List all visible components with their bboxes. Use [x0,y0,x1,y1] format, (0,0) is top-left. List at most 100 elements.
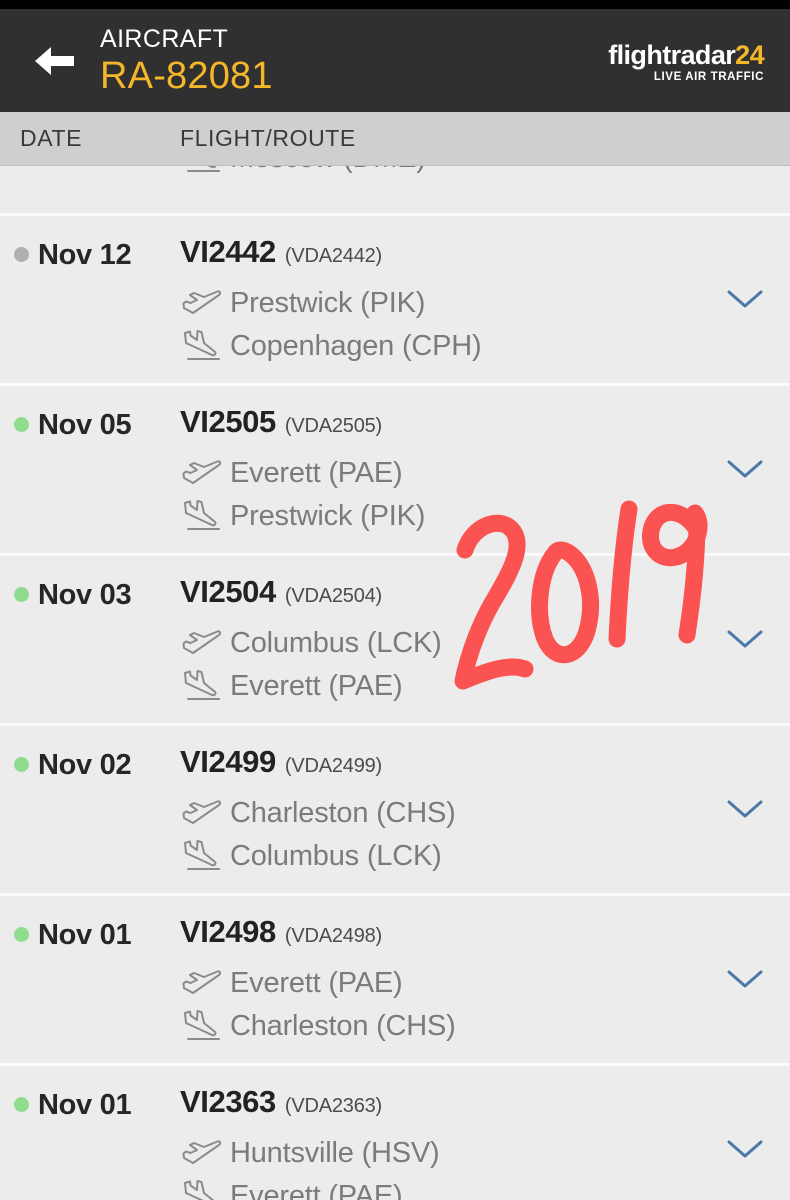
brand-wordmark: flightradar24 [608,41,764,69]
flight-info-cell: VI2499 (VDA2499) Charleston (CHS) Columbus … [180,740,700,877]
flight-date-cell [0,166,180,213]
chevron-down-icon [727,630,763,647]
flight-row[interactable]: Nov 01 VI2498 (VDA2498) Everett (PAE) Charle… [0,896,790,1066]
flight-date: Nov 03 [38,579,132,611]
flight-row[interactable]: Nov 02 VI2499 (VDA2499) Charleston (CHS) Col… [0,726,790,896]
flight-id-line: VI2363 (VDA2363) [180,1082,700,1126]
flight-info-cell: VI2505 (VDA2505) Everett (PAE) Prestwick (P… [180,400,700,537]
column-header: DATE FLIGHT/ROUTE [0,112,790,166]
flight-number: VI2504 [180,574,276,609]
page-kicker: AIRCRAFT [100,24,229,53]
flight-id-line: VI2499 (VDA2499) [180,742,700,786]
arrival-icon-wrap [180,166,224,174]
flight-date: Nov 01 [38,919,132,951]
flight-status-dot [14,1097,29,1112]
departure-icon-wrap [180,798,224,828]
arrival-icon-wrap [180,839,224,872]
flight-info-cell: Moscow (DME) [180,166,700,213]
flight-date-cell: Nov 12 [0,230,180,367]
destination-airport: Moscow (DME) [230,166,426,177]
chevron-down-icon [727,460,763,477]
origin-line: Prestwick (PIK) [180,281,700,324]
flight-status-dot [14,757,29,772]
origin-line: Columbus (LCK) [180,621,700,664]
origin-airport: Huntsville (HSV) [230,1136,440,1169]
flight-callsign: (VDA2498) [284,925,382,947]
flight-callsign: (VDA2504) [284,585,382,607]
flight-row[interactable]: Nov 03 VI2504 (VDA2504) Columbus (LCK) Evere… [0,556,790,726]
flight-status-dot [14,587,29,602]
arrival-icon-wrap [180,329,224,362]
departure-icon-wrap [180,458,224,488]
header-titles: AIRCRAFT RA-82081 [100,24,608,98]
flight-date-cell: Nov 03 [0,570,180,707]
arrival-plane-icon [184,329,220,360]
departure-icon-wrap [180,628,224,658]
flight-date-cell: Nov 05 [0,400,180,537]
chevron-down-icon [727,800,763,817]
flight-status-dot [14,247,29,262]
flight-date-cell: Nov 01 [0,910,180,1047]
expand-flight-button[interactable] [700,230,790,367]
origin-airport: Columbus (LCK) [230,626,442,659]
flightradar24-logo[interactable]: flightradar24 LIVE AIR TRAFFIC [608,41,772,84]
origin-airport: Charleston (CHS) [230,796,456,829]
destination-airport: Charleston (CHS) [230,1009,456,1042]
arrival-plane-icon [187,166,220,172]
flight-id-line: VI2505 (VDA2505) [180,402,700,446]
expand-flight-button[interactable] [700,570,790,707]
brand-number: 24 [735,40,764,70]
flight-status-dot [14,183,29,198]
flight-row[interactable]: Moscow (DME) [0,166,790,216]
status-bar [0,0,790,9]
flight-info-cell: VI2504 (VDA2504) Columbus (LCK) Everett (PA… [180,570,700,707]
expand-flight-button[interactable] [700,400,790,537]
departure-plane-icon [182,459,222,484]
flight-number: VI2505 [180,404,276,439]
destination-line: Prestwick (PIK) [180,494,700,537]
flight-status-dot [14,417,29,432]
flight-row[interactable]: Nov 05 VI2505 (VDA2505) Everett (PAE) Prestw… [0,386,790,556]
flight-date: Nov 02 [38,749,132,781]
back-button[interactable] [26,33,82,89]
flight-row[interactable]: Nov 01 VI2363 (VDA2363) Huntsville (HSV) Eve… [0,1066,790,1200]
flight-info-cell: VI2498 (VDA2498) Everett (PAE) Charleston (… [180,910,700,1047]
flight-history-list[interactable]: Moscow (DME) Nov 12 VI2442 (VDA2442) Prestwi… [0,166,790,1200]
origin-line: Everett (PAE) [180,961,700,1004]
chevron-down-icon [727,970,763,987]
destination-line: Copenhagen (CPH) [180,324,700,367]
expand-flight-button[interactable] [700,1080,790,1200]
destination-line: Columbus (LCK) [180,834,700,877]
flight-date-cell: Nov 02 [0,740,180,877]
destination-line: Charleston (CHS) [180,1004,700,1047]
flight-status-dot [14,927,29,942]
arrival-icon-wrap [180,499,224,532]
arrival-plane-icon [184,669,220,700]
brand-name: flightradar [608,40,736,70]
flight-info-cell: VI2363 (VDA2363) Huntsville (HSV) Everett (… [180,1080,700,1200]
app-header: AIRCRAFT RA-82081 flightradar24 LIVE AIR… [0,9,790,112]
flight-date: Nov 01 [38,1089,132,1121]
flight-number: VI2442 [180,234,276,269]
destination-airport: Everett (PAE) [230,669,403,702]
origin-line: Everett (PAE) [180,451,700,494]
expand-flight-button[interactable] [700,166,790,213]
flight-id-line: VI2498 (VDA2498) [180,912,700,956]
flight-id-line: VI2442 (VDA2442) [180,232,700,276]
flightradar24-aircraft-screen: AIRCRAFT RA-82081 flightradar24 LIVE AIR… [0,0,790,1200]
chevron-down-icon [727,290,763,307]
expand-flight-button[interactable] [700,740,790,877]
column-header-flight-route: FLIGHT/ROUTE [180,125,356,151]
origin-line: Charleston (CHS) [180,791,700,834]
chevron-down-icon [727,1140,763,1157]
departure-icon-wrap [180,1138,224,1168]
flight-row[interactable]: Nov 12 VI2442 (VDA2442) Prestwick (PIK) Cope… [0,216,790,386]
flight-date: Nov 05 [38,409,132,441]
departure-plane-icon [182,289,222,314]
arrival-plane-icon [184,1179,215,1200]
expand-flight-button[interactable] [700,910,790,1047]
arrival-icon-wrap [180,669,224,702]
origin-airport: Everett (PAE) [230,456,403,489]
brand-tagline: LIVE AIR TRAFFIC [653,71,764,83]
column-header-date: DATE [20,125,83,151]
